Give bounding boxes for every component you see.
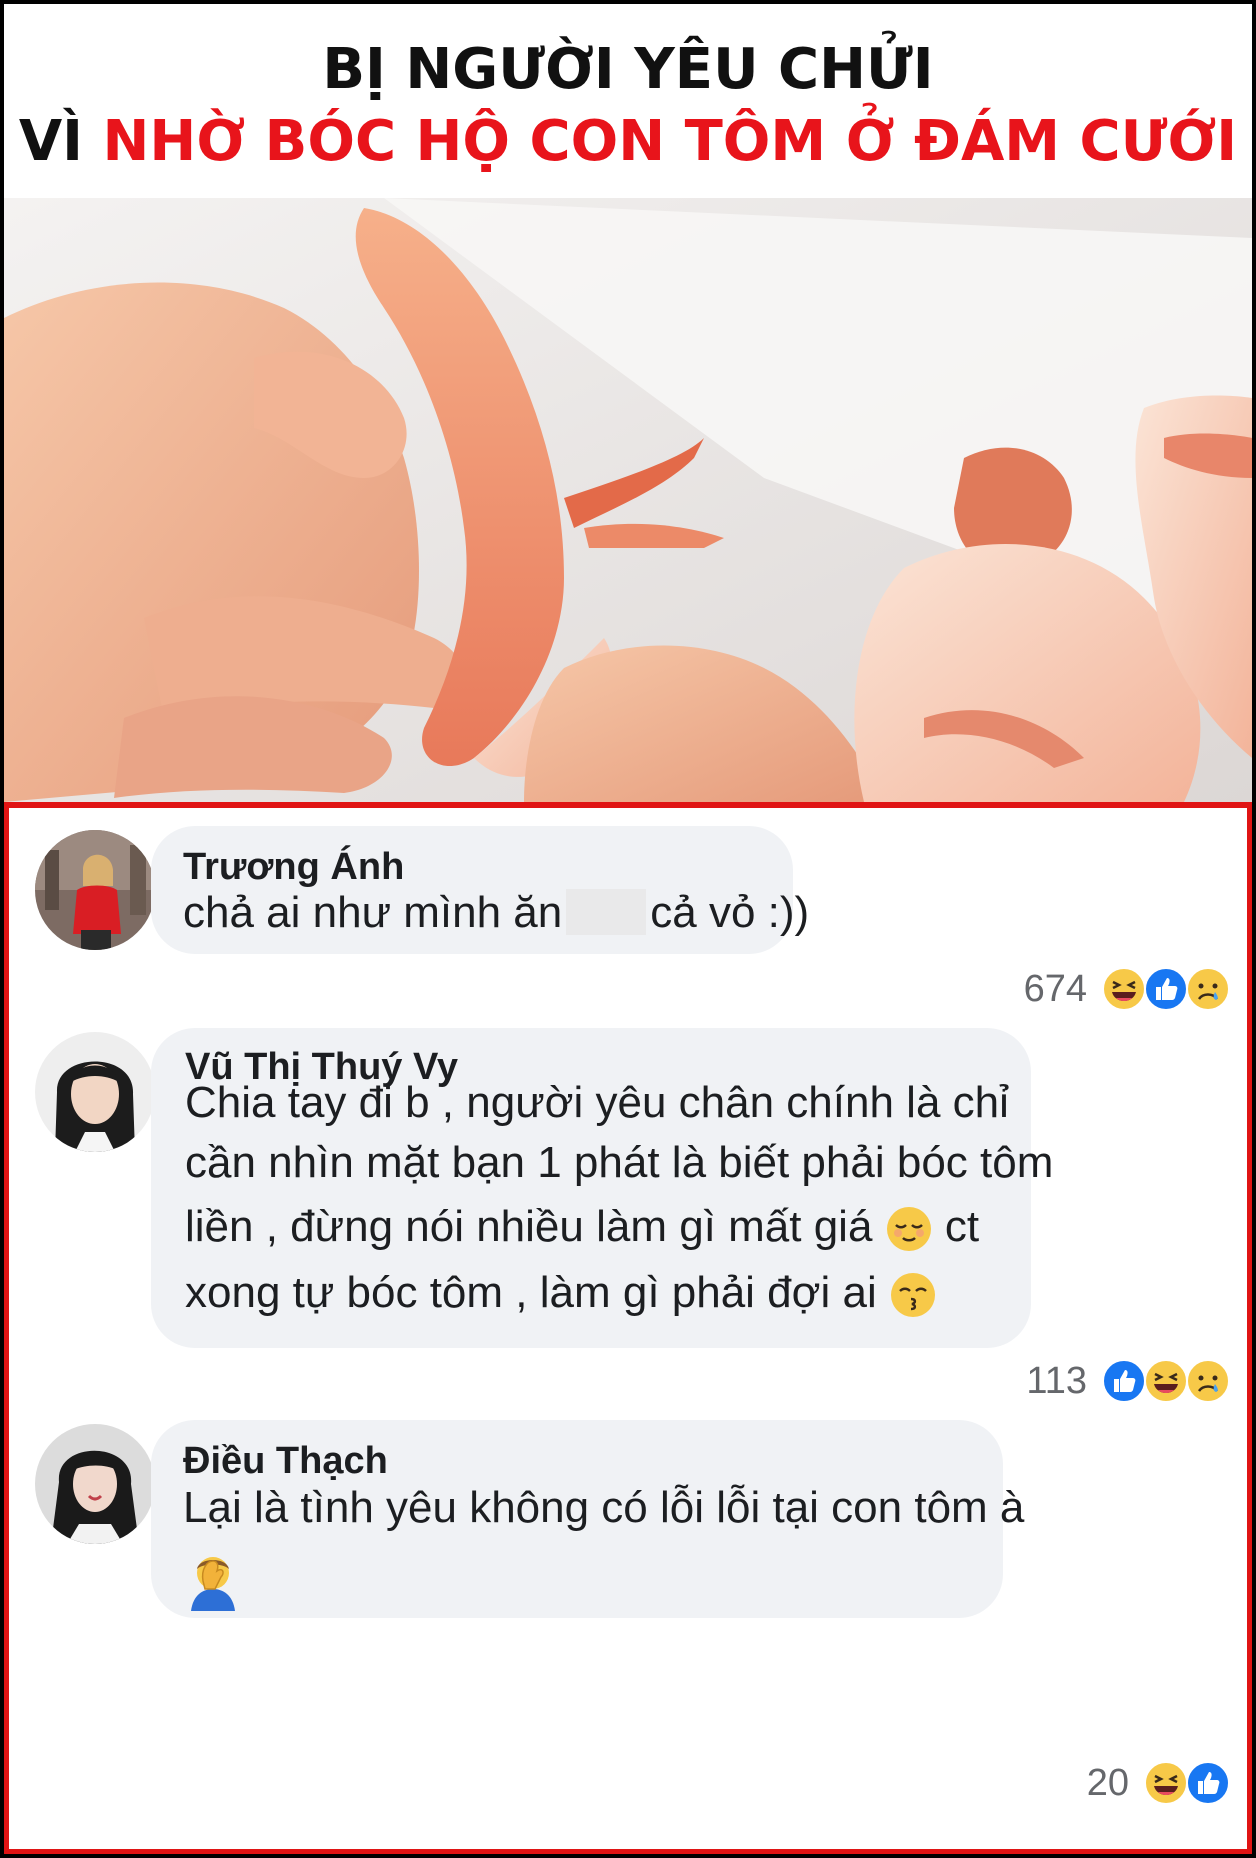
comment-line: xong tự bóc tôm , làm gì phải đợi ai	[185, 1260, 1053, 1326]
avatar[interactable]	[35, 830, 155, 950]
comment-text: Chia tay đi b , người yêu chân chính là …	[185, 1074, 1053, 1326]
reaction-count: 20	[1086, 1761, 1129, 1804]
kissing-face-icon	[891, 1273, 935, 1318]
comment-line-text: liền , đừng nói nhiều làm gì mất giá	[185, 1202, 873, 1251]
headline: BỊ NGƯỜI YÊU CHỬI VÌ NHỜ BÓC HỘ CON TÔM …	[4, 4, 1252, 200]
haha-icon	[1102, 967, 1146, 1011]
reaction-summary[interactable]: 674	[1024, 966, 1231, 1012]
headline-line-2-black: VÌ	[18, 109, 103, 174]
sad-icon	[1186, 1359, 1230, 1403]
sad-icon	[1186, 967, 1230, 1011]
comment-text: Lại là tình yêu không có lỗi lỗi tại con…	[183, 1476, 1025, 1612]
comment-bubble: Điều Thạch Lại là tình yêu không có lỗi …	[151, 1420, 1024, 1618]
haha-icon	[1144, 1761, 1188, 1805]
comment-line: Lại là tình yêu không có lỗi lỗi tại con…	[183, 1483, 1025, 1532]
headline-line-2-red: NHỜ BÓC HỘ CON TÔM Ở ĐÁM CƯỚI	[102, 109, 1238, 174]
relieved-face-icon	[886, 1207, 931, 1252]
comment-line: cần nhìn mặt bạn 1 phát là biết phải bóc…	[185, 1138, 1054, 1187]
shrimp-photo	[4, 198, 1252, 802]
comment-bubble: Trương Ánh chả ai như mình ăn cả vỏ :))	[151, 826, 809, 954]
avatar-photo-icon	[35, 830, 155, 950]
reaction-count: 113	[1026, 1359, 1087, 1402]
avatar-photo-icon	[35, 1032, 155, 1152]
like-icon	[1102, 1359, 1146, 1403]
haha-icon	[1144, 1359, 1188, 1403]
comment-line: liền , đừng nói nhiều làm gì mất giá ct	[185, 1194, 1053, 1260]
headline-line-1: BỊ NGƯỜI YÊU CHỬI	[322, 37, 934, 102]
like-icon	[1144, 967, 1188, 1011]
facepalm-icon	[191, 1557, 235, 1612]
comment-line-text: xong tự bóc tôm , làm gì phải đợi ai	[185, 1268, 877, 1317]
headline-line-2: VÌ NHỜ BÓC HỘ CON TÔM Ở ĐÁM CƯỚI	[4, 106, 1252, 178]
reaction-count: 674	[1023, 967, 1087, 1010]
comment-text: chả ai như mình ăn cả vỏ :))	[183, 874, 809, 952]
like-icon	[1186, 1761, 1230, 1805]
comment-text-before: chả ai như mình ăn	[183, 888, 563, 937]
shrimp-peeling-image	[4, 198, 1252, 802]
comment-text-after: cả vỏ :))	[650, 888, 810, 937]
avatar-photo-icon	[35, 1424, 155, 1544]
comment-line	[183, 1540, 1024, 1612]
comment-line-suffix: ct	[944, 1202, 980, 1251]
avatar[interactable]	[35, 1424, 155, 1544]
comment-bubble: Vũ Thị Thuý Vy Chia tay đi b , người yêu…	[151, 1028, 1053, 1348]
comments-panel: Trương Ánh chả ai như mình ăn cả vỏ :)) 6…	[4, 802, 1252, 1854]
avatar[interactable]	[35, 1032, 155, 1152]
reaction-summary[interactable]: 113	[1026, 1358, 1231, 1404]
redacted-word	[566, 889, 647, 935]
comment-line: Chia tay đi b , người yêu chân chính là …	[185, 1078, 1009, 1127]
reaction-summary[interactable]: 20	[1087, 1760, 1231, 1806]
